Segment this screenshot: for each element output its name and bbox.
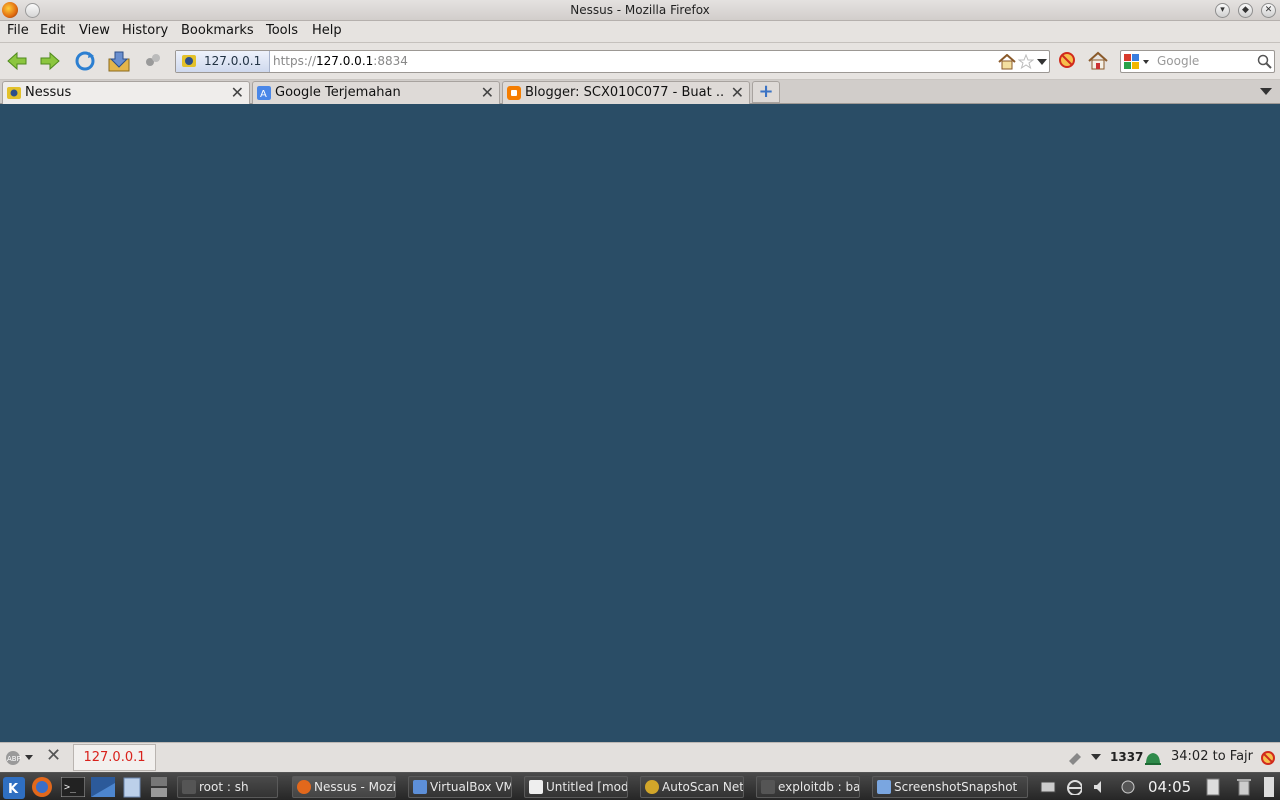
home-url-icon[interactable] [998,54,1016,70]
task-virtualbox[interactable]: VirtualBox VM [408,776,512,798]
clock[interactable]: 04:05 [1148,778,1191,796]
window-title: Nessus - Mozilla Firefox [570,3,710,17]
reload-button[interactable] [73,50,97,72]
url-history-dropdown-icon[interactable] [1037,59,1047,67]
reload-icon [75,51,95,71]
close-window-button[interactable]: ✕ [1261,3,1276,18]
menu-bookmarks[interactable]: Bookmarks [181,23,254,38]
menu-edit[interactable]: Edit [40,23,65,38]
home-icon [1088,51,1108,70]
noscript-button[interactable] [1057,50,1081,72]
task-root-sh[interactable]: root : sh [177,776,278,798]
usb-tray-icon[interactable] [1066,779,1082,795]
tab-google-terjemahan[interactable]: A Google Terjemahan ✕ [252,81,500,104]
tab-nessus[interactable]: Nessus ✕ [2,81,250,105]
menu-help[interactable]: Help [312,23,342,38]
svg-text:ABP: ABP [7,755,21,763]
terminal-task-icon [761,780,775,794]
nessus-tab-icon [7,87,21,99]
screenshot-task-icon [877,780,891,794]
virtualbox-task-icon [413,780,427,794]
magnifier-icon[interactable] [1257,54,1273,70]
search-box[interactable]: Google [1120,50,1275,73]
clipboard-tray-icon[interactable] [1205,777,1221,797]
satellite-icon[interactable] [1067,751,1085,765]
search-input[interactable]: Google [1157,54,1199,68]
menu-file[interactable]: File [7,23,29,38]
home-button[interactable] [1087,50,1111,72]
page-content[interactable] [0,104,1280,742]
tab-close-icon[interactable]: ✕ [231,84,244,102]
tab-blogger[interactable]: Blogger: SCX010C077 - Buat ... ✕ [502,81,750,104]
mosque-icon[interactable] [1144,750,1162,766]
tab-close-icon[interactable]: ✕ [481,84,494,102]
adblock-icon[interactable]: ABP [4,749,40,767]
maximize-button[interactable]: ◆ [1238,3,1253,18]
google-translate-tab-icon: A [257,86,271,100]
close-addon-bar-icon[interactable]: ✕ [46,745,61,766]
site-identity-label: 127.0.0.1 [204,54,262,68]
tab-label: Nessus [25,85,72,100]
back-button[interactable] [5,50,29,72]
terminal-task-icon [182,780,196,794]
autoscan-task-icon [645,780,659,794]
tab-label: Google Terjemahan [275,85,401,100]
volume-tray-icon[interactable] [1092,779,1108,795]
panel-toolbox-icon[interactable] [1262,776,1276,798]
blogger-tab-icon [507,86,521,100]
desktop-launcher-icon[interactable] [91,777,115,797]
forward-button[interactable] [38,50,62,72]
firefox-launcher-icon[interactable] [31,776,53,798]
task-nessus-firefox[interactable]: Nessus - Mozi [292,776,396,798]
svg-text:>_: >_ [64,782,77,793]
bookmark-star-icon[interactable] [1018,54,1034,70]
tab-close-icon[interactable]: ✕ [731,84,744,102]
addon-dropdown-icon[interactable] [1091,754,1101,762]
tab-label: Blogger: SCX010C077 - Buat ... [525,85,725,100]
status-host-label: 127.0.0.1 [73,744,156,771]
block-icon [1059,52,1075,68]
search-engine-google-icon[interactable] [1123,53,1151,71]
extension-button[interactable] [142,50,166,72]
counter-badge: 1337 [1110,750,1144,764]
download-icon [108,51,130,72]
noscript-status-icon[interactable] [1260,750,1276,766]
menubar: File Edit View History Bookmarks Tools H… [0,21,1280,43]
menu-view[interactable]: View [79,23,110,38]
task-untitled[interactable]: Untitled [mod [524,776,628,798]
window-titlebar: Nessus - Mozilla Firefox ▾ ◆ ✕ [0,0,1280,21]
kde-menu-icon[interactable]: K [3,777,25,799]
puzzle-icon [146,54,160,66]
firefox-task-icon [297,780,311,794]
download-button[interactable] [106,50,130,72]
minimize-button[interactable]: ▾ [1215,3,1230,18]
filemanager-launcher-icon[interactable] [123,776,141,798]
task-screenshot[interactable]: ScreenshotSnapshot [872,776,1028,798]
site-identity-button[interactable]: 127.0.0.1 [176,51,270,72]
task-exploitdb[interactable]: exploitdb : bas [756,776,860,798]
network-tray-icon[interactable] [1040,779,1056,795]
tab-strip: Nessus ✕ A Google Terjemahan ✕ Blogger: … [0,80,1280,105]
editor-task-icon [529,780,543,794]
list-all-tabs-icon[interactable] [1260,88,1272,96]
url-text: https://127.0.0.1:8834 [273,54,408,68]
back-arrow-icon [7,51,27,71]
update-tray-icon[interactable] [1120,779,1136,795]
new-tab-button[interactable]: + [752,81,780,103]
addon-bar: ABP ✕ 127.0.0.1 1337 34:02 to Fajr [0,742,1280,772]
svg-text:K: K [8,782,19,797]
prayer-time-label: 34:02 to Fajr [1171,749,1253,764]
desktop-pager-icon[interactable] [150,776,168,798]
nessus-favicon-icon [182,55,196,67]
trash-tray-icon[interactable] [1236,777,1252,797]
task-autoscan[interactable]: AutoScan Netv [640,776,744,798]
url-bar[interactable]: 127.0.0.1 https://127.0.0.1:8834 [175,50,1050,73]
forward-arrow-icon [40,51,60,71]
menu-tools[interactable]: Tools [266,23,298,38]
plus-icon: + [758,81,774,102]
terminal-launcher-icon[interactable]: >_ [61,777,85,797]
svg-text:A: A [260,89,267,100]
taskbar: K >_ root : sh Nessus - Mozi VirtualBox … [0,772,1280,800]
menu-history[interactable]: History [122,23,168,38]
